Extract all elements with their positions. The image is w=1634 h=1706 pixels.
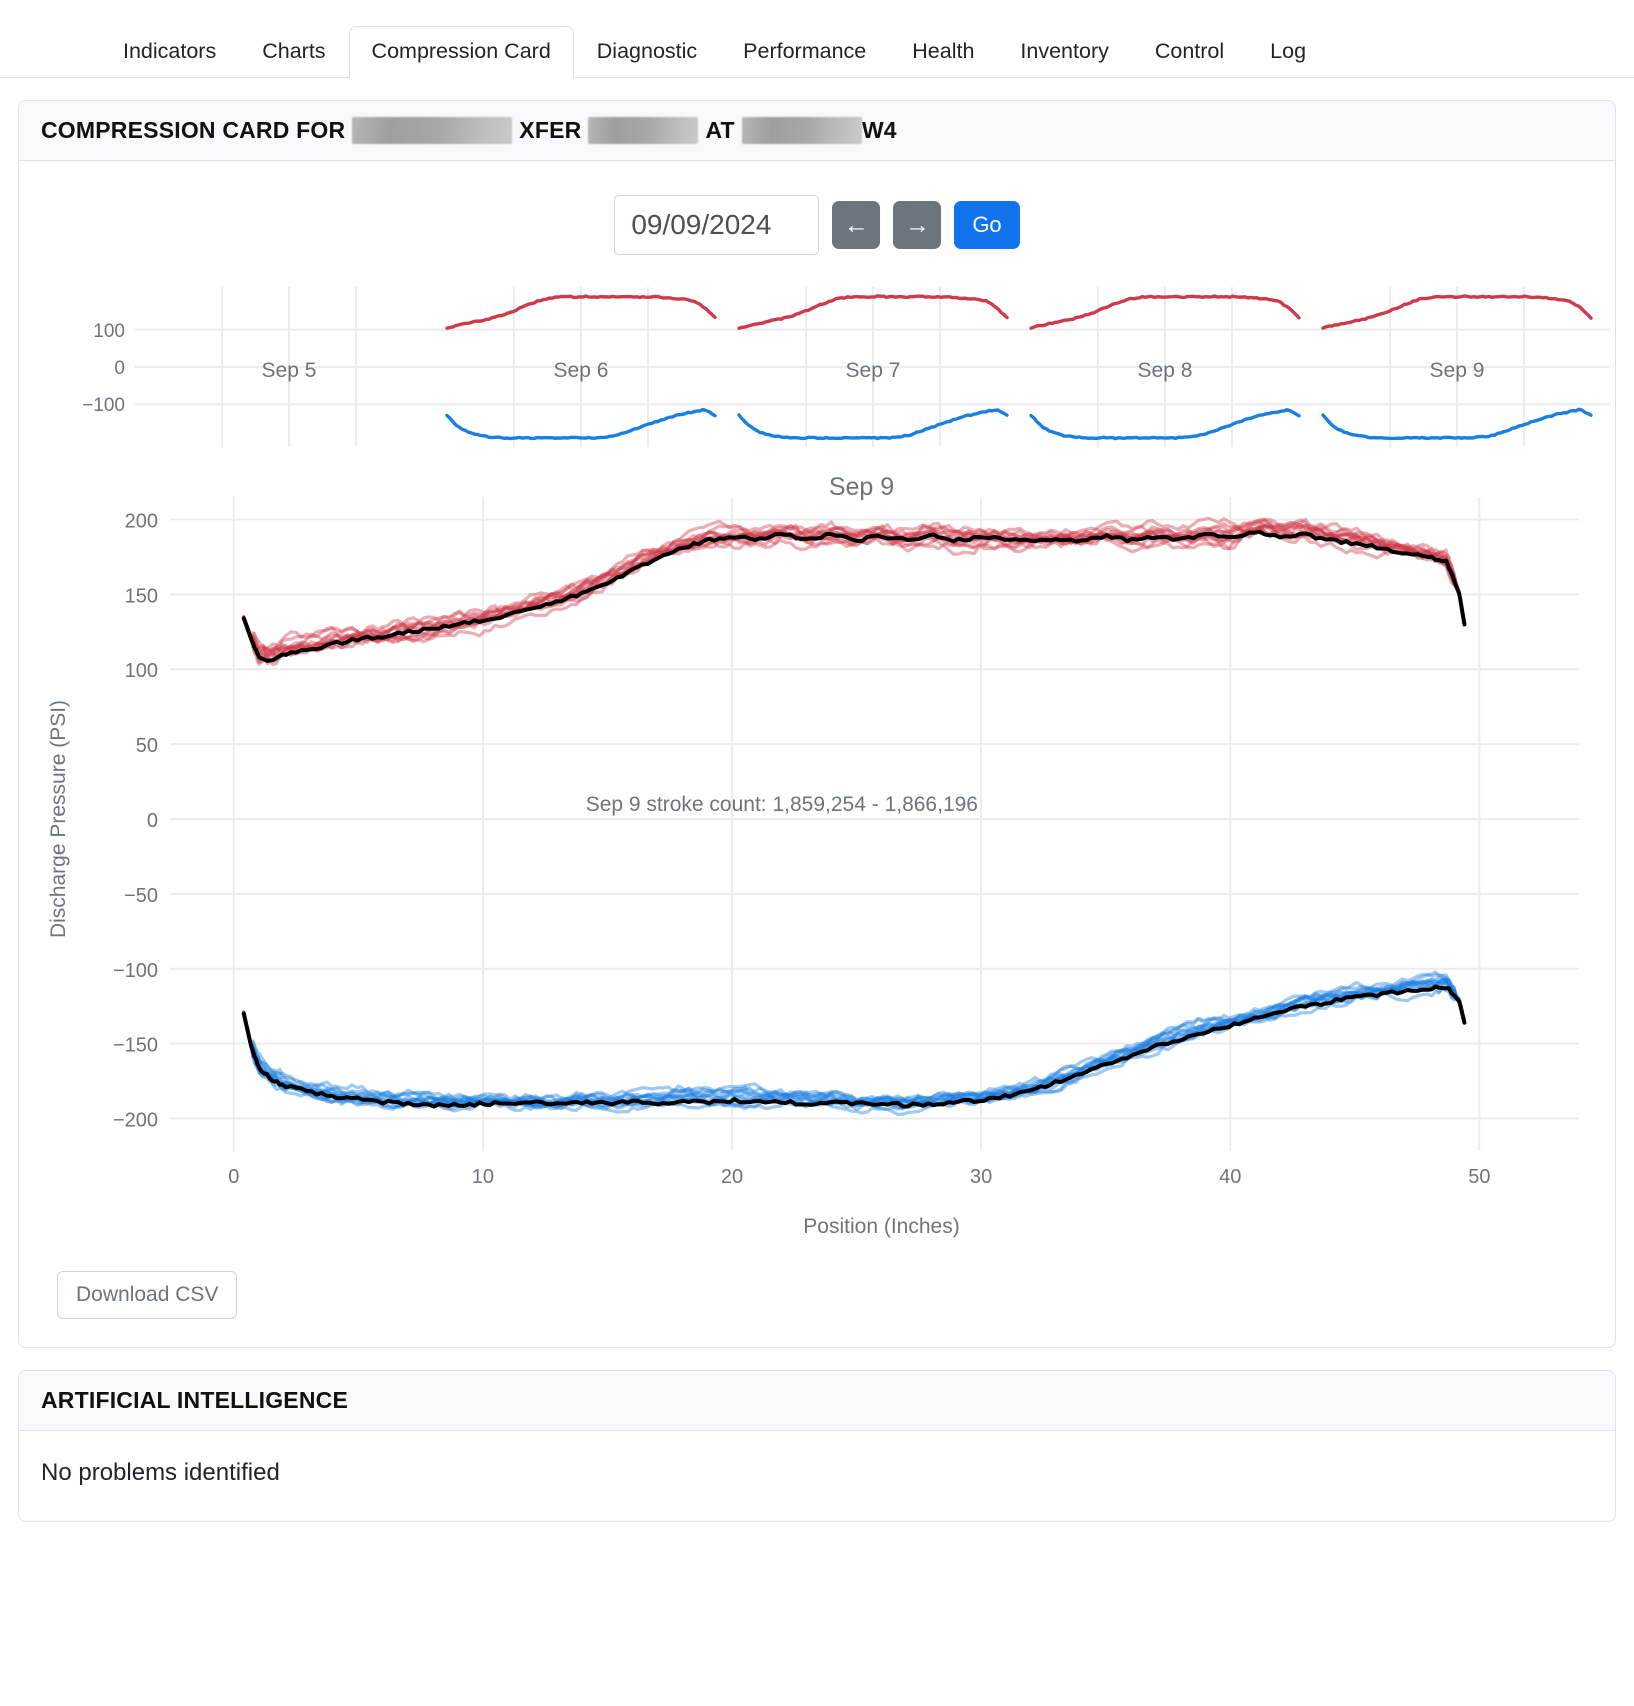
main-compression-chart: 200 150 100 50 0 −50 −100 −150 −200 0 10 20 30 40 50 Po… (19, 469, 1615, 1259)
y-axis-tick: 50 (136, 735, 158, 757)
x-axis-tick: 20 (721, 1166, 743, 1188)
y-axis-tick: −100 (113, 960, 158, 982)
sparkline-day-label: Sep 9 (1430, 359, 1485, 382)
compression-card-panel: COMPRESSION CARD FOR XFER AT W4 ← → Go 1… (18, 100, 1616, 1348)
go-button[interactable]: Go (954, 201, 1020, 249)
tab-bar: Indicators Charts Compression Card Diagn… (0, 0, 1634, 78)
chart-title: Sep 9 (829, 473, 894, 501)
ai-panel-title: ARTIFICIAL INTELLIGENCE (41, 1387, 349, 1413)
compression-card-header: COMPRESSION CARD FOR XFER AT W4 (19, 101, 1615, 161)
sparkline-day-label: Sep 8 (1138, 359, 1193, 382)
sparkline-day-label: Sep 7 (846, 359, 901, 382)
header-at: AT (705, 117, 735, 143)
tab-health[interactable]: Health (889, 26, 997, 78)
x-axis-tick: 40 (1219, 1166, 1241, 1188)
tab-charts[interactable]: Charts (239, 26, 348, 78)
tab-inventory[interactable]: Inventory (997, 26, 1131, 78)
tab-diagnostic[interactable]: Diagnostic (574, 26, 720, 78)
artificial-intelligence-panel: ARTIFICIAL INTELLIGENCE No problems iden… (18, 1370, 1616, 1522)
main-chart-svg: 200 150 100 50 0 −50 −100 −150 −200 0 10 20 30 40 50 Po… (47, 473, 1579, 1238)
sparkline-y-tick: 0 (114, 358, 125, 379)
header-prefix: COMPRESSION CARD FOR (41, 117, 346, 143)
header-xfer: XFER (519, 117, 582, 143)
tab-log[interactable]: Log (1247, 26, 1329, 78)
tab-compression-card[interactable]: Compression Card (348, 26, 574, 78)
sparkline-day-label: Sep 5 (262, 359, 317, 382)
previous-day-button[interactable]: ← (832, 201, 881, 249)
series-head-end (241, 516, 1467, 666)
download-csv-button[interactable]: Download CSV (57, 1271, 238, 1319)
sparkline-svg: 100 0 −100 Sep 5 Sep 6 Sep 7 Sep 8 Sep 9 (82, 287, 1609, 447)
redacted-unit-name (352, 117, 513, 144)
y-axis-tick: 150 (125, 585, 158, 607)
y-axis-tick: 100 (125, 660, 158, 682)
date-controls: ← → Go (19, 161, 1615, 265)
tab-control[interactable]: Control (1132, 26, 1247, 78)
ai-panel-message: No problems identified (41, 1459, 280, 1486)
x-axis-tick: 50 (1468, 1166, 1490, 1188)
header-suffix: W4 (861, 117, 897, 143)
ai-panel-header: ARTIFICIAL INTELLIGENCE (19, 1371, 1615, 1431)
x-axis-title: Position (Inches) (803, 1215, 959, 1238)
stroke-count-annotation: Sep 9 stroke count: 1,859,254 - 1,866,19… (586, 793, 978, 816)
x-axis-tick: 10 (472, 1166, 494, 1188)
y-axis-title: Discharge Pressure (PSI) (47, 700, 70, 938)
y-axis-tick: −50 (124, 885, 158, 907)
y-axis-tick: 200 (125, 510, 158, 532)
sparkline-day-label: Sep 6 (554, 359, 609, 382)
y-axis-tick: −200 (113, 1110, 158, 1132)
download-row: Download CSV (19, 1259, 1615, 1347)
next-day-button[interactable]: → (893, 201, 942, 249)
tab-indicators[interactable]: Indicators (100, 26, 239, 78)
redacted-xfer-id (588, 117, 699, 144)
y-axis-tick: −150 (113, 1035, 158, 1057)
sparkline-y-tick: 100 (93, 321, 125, 342)
date-input[interactable] (614, 195, 820, 255)
compression-card-body: ← → Go 1000−100Sep 5Sep 6Sep 7Sep 8Sep 9… (19, 161, 1615, 1347)
tab-performance[interactable]: Performance (720, 26, 889, 78)
y-axis-tick: 0 (147, 810, 158, 832)
sparkline-y-tick: −100 (82, 395, 125, 416)
daily-sparkline-strip: 100 0 −100 Sep 5 Sep 6 Sep 7 Sep 8 Sep 9 (19, 269, 1615, 469)
x-axis-tick: 0 (228, 1166, 239, 1188)
x-axis-tick: 30 (970, 1166, 992, 1188)
redacted-site-name (741, 117, 862, 144)
